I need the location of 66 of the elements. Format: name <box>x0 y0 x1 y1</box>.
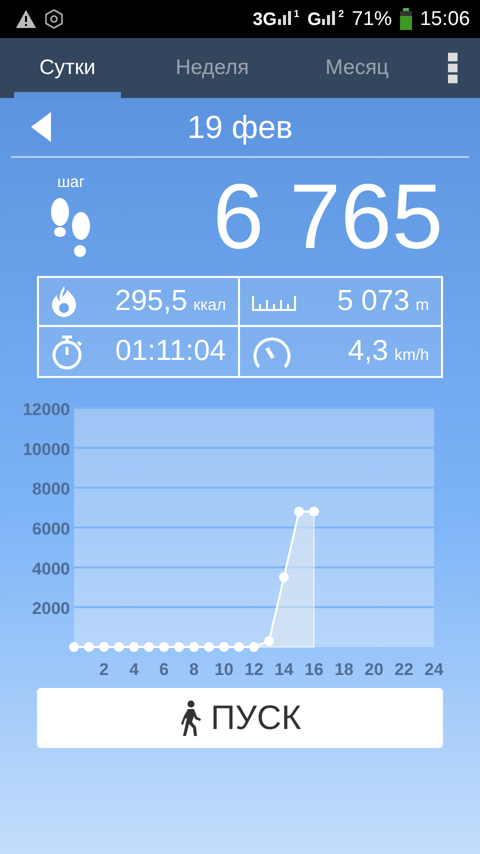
x-tick-label: 14 <box>274 660 294 679</box>
y-tick-label: 6000 <box>32 520 70 538</box>
data-point <box>264 636 274 646</box>
y-tick-label: 8000 <box>32 480 70 499</box>
steps-label: шаг <box>57 174 85 192</box>
start-button[interactable]: ПУСК <box>37 688 443 748</box>
x-tick-label: 24 <box>424 660 444 679</box>
stat-unit: km/h <box>394 347 429 365</box>
data-point <box>174 642 184 652</box>
x-tick-label: 4 <box>129 660 139 679</box>
data-point <box>249 642 259 652</box>
walking-person-icon <box>178 700 201 736</box>
back-arrow-icon[interactable] <box>31 112 51 142</box>
date-label: 19 фев <box>187 108 293 144</box>
x-tick-label: 2 <box>99 660 109 679</box>
clock: 15:06 <box>420 8 470 30</box>
sim-label: 2 <box>338 8 344 20</box>
signal-icon <box>276 8 291 24</box>
footprints-icon <box>49 196 93 260</box>
x-tick-label: 8 <box>189 660 199 679</box>
stat-unit: m <box>416 297 429 315</box>
y-tick-label: 4000 <box>32 559 70 578</box>
y-tick-label: 12000 <box>22 400 70 419</box>
data-point <box>99 642 109 652</box>
stat-unit: ккал <box>193 297 226 315</box>
data-point <box>69 642 79 652</box>
data-point <box>279 572 289 582</box>
stopwatch-icon <box>51 334 83 370</box>
network-label: 3G <box>252 8 277 30</box>
x-tick-label: 16 <box>304 660 324 679</box>
data-point <box>309 506 319 517</box>
battery-percent: 71% <box>352 8 392 30</box>
battery-icon <box>400 8 412 30</box>
x-tick-label: 10 <box>214 660 234 679</box>
data-point <box>144 642 154 652</box>
network-label: G <box>307 8 322 30</box>
warning-icon <box>16 10 36 28</box>
overflow-menu-icon[interactable] <box>448 52 458 84</box>
steps-count: 6 765 <box>212 171 443 263</box>
data-point <box>189 642 199 652</box>
data-point <box>219 642 229 652</box>
y-tick-label: 10000 <box>22 440 70 459</box>
speedometer-icon <box>252 334 292 368</box>
sim-label: 1 <box>294 8 300 20</box>
stat-value: 4,3 <box>348 335 388 368</box>
flame-icon <box>51 284 77 318</box>
tab[interactable]: Неделя <box>158 38 266 98</box>
data-point <box>84 642 94 652</box>
data-point <box>294 506 304 517</box>
hexagon-icon <box>44 9 64 29</box>
data-point <box>114 642 124 652</box>
x-tick-label: 12 <box>244 660 264 679</box>
x-tick-label: 22 <box>394 660 414 679</box>
data-point <box>234 642 244 652</box>
data-point <box>204 642 214 652</box>
stat-value: 5 073 <box>337 285 410 318</box>
data-point <box>129 642 139 652</box>
signal-icon <box>321 8 336 24</box>
data-point <box>159 642 169 652</box>
stat-value: 01:11:04 <box>115 335 226 368</box>
stat-value: 295,5 <box>114 285 188 318</box>
tab[interactable]: Месяц <box>304 38 410 98</box>
y-tick-label: 2000 <box>32 599 70 618</box>
x-tick-label: 6 <box>159 660 169 679</box>
x-tick-label: 20 <box>364 660 384 679</box>
x-tick-label: 18 <box>334 660 354 679</box>
